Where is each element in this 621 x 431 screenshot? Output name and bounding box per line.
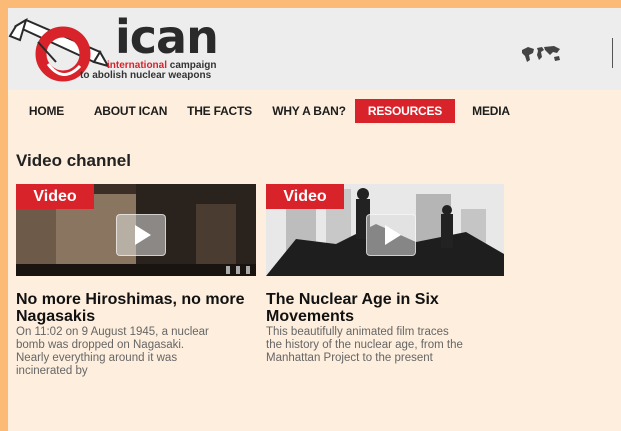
video-card[interactable]: Video The Nuclear Age in Six Movements T… (258, 184, 504, 365)
video-thumbnail[interactable]: Video (16, 184, 256, 276)
page: ican international campaign to abolish n… (8, 8, 621, 431)
site-tagline: international campaign to abolish nuclea… (80, 61, 260, 81)
nav-item-why-a-ban[interactable]: WHY A BAN? (263, 99, 355, 123)
video-description: On 11:02 on 9 August 1945, a nuclear bom… (16, 326, 209, 377)
nav-item-home[interactable]: HOME (8, 99, 85, 123)
video-description: This beautifully animated film traces th… (266, 326, 463, 364)
video-thumbnail[interactable]: Video (266, 184, 504, 276)
nav-item-about-ican[interactable]: ABOUT ICAN (85, 99, 176, 123)
nav-item-resources[interactable]: RESOURCES (355, 99, 455, 123)
play-button-icon[interactable] (366, 214, 416, 256)
video-card[interactable]: Video No more Hiroshimas, no more Nagasa… (8, 184, 256, 378)
tagline-line2: to abolish nuclear weapons (80, 70, 212, 81)
video-badge: Video (266, 184, 344, 209)
site-brand-name[interactable]: ican (115, 12, 219, 62)
nav-item-media[interactable]: MEDIA (455, 99, 527, 123)
main-nav: HOME ABOUT ICAN THE FACTS WHY A BAN? RES… (8, 99, 621, 123)
header-divider (612, 38, 613, 68)
world-map-icon[interactable] (520, 44, 562, 64)
section-title: Video channel (16, 151, 131, 170)
video-title[interactable]: The Nuclear Age in Six Movements (258, 291, 498, 325)
video-title[interactable]: No more Hiroshimas, no more Nagasakis (8, 291, 248, 325)
video-badge: Video (16, 184, 94, 209)
nav-item-the-facts[interactable]: THE FACTS (176, 99, 263, 123)
play-button-icon[interactable] (116, 214, 166, 256)
site-header: ican international campaign to abolish n… (8, 8, 621, 90)
